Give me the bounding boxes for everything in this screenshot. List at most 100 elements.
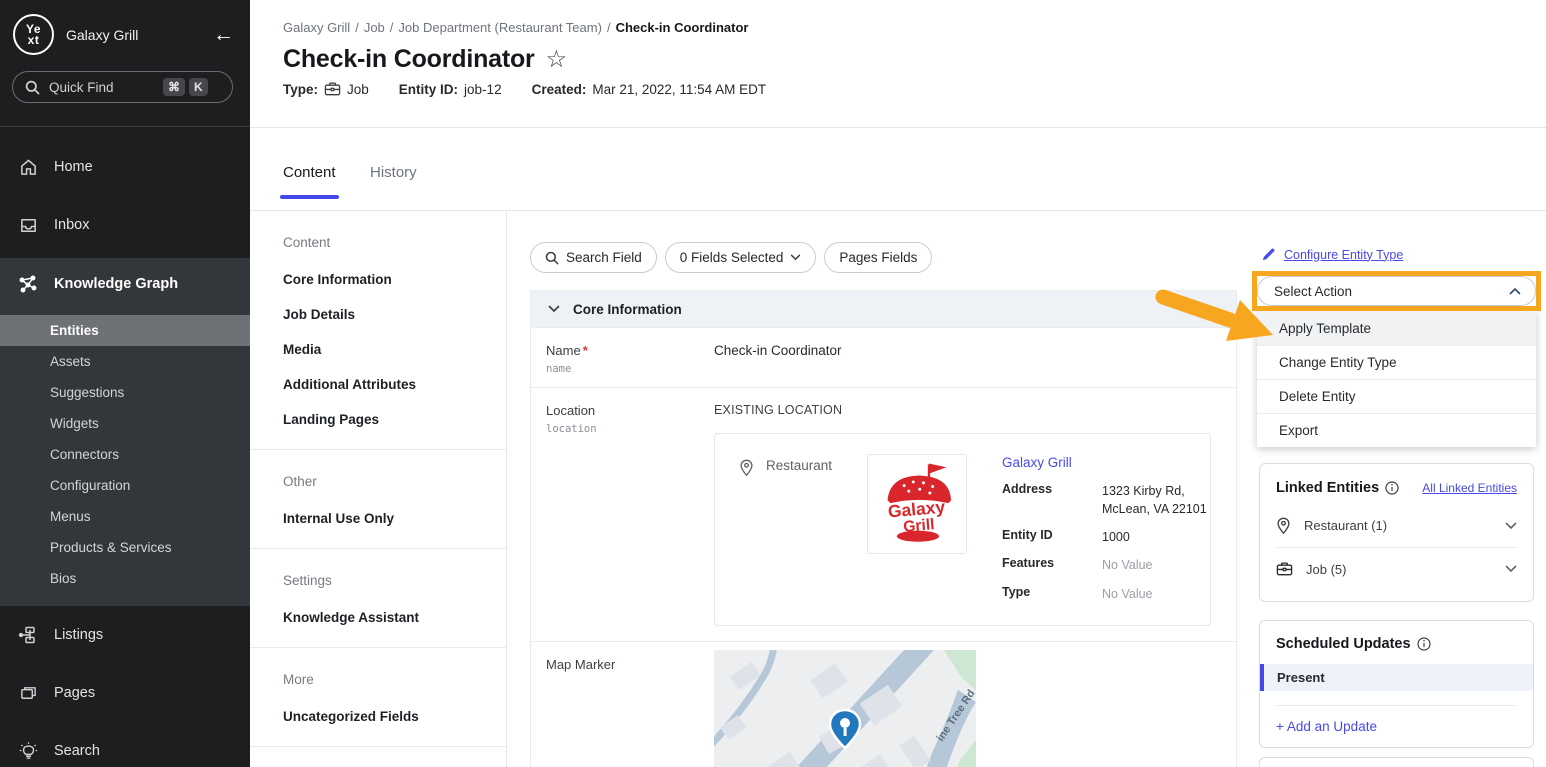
breadcrumb-item[interactable]: Job Department (Restaurant Team) xyxy=(398,20,602,35)
info-icon[interactable] xyxy=(1417,637,1431,651)
favorite-star-icon[interactable]: ☆ xyxy=(546,45,568,74)
sidebar-item-label: Search xyxy=(54,743,100,759)
field-nav-item-media[interactable]: Media xyxy=(283,342,506,357)
pages-fields-button[interactable]: Pages Fields xyxy=(824,242,932,273)
created-label: Created: xyxy=(532,82,587,97)
linked-entities-card: Linked Entities All Linked Entities Rest… xyxy=(1259,463,1534,602)
sidebar-item-assets[interactable]: Assets xyxy=(0,346,250,377)
sidebar-item-configuration[interactable]: Configuration xyxy=(0,470,250,501)
linked-entities-title: Linked Entities xyxy=(1276,480,1379,496)
collapse-sidebar-icon[interactable]: ← xyxy=(213,24,234,45)
quick-find-input[interactable] xyxy=(49,80,159,95)
field-nav-group-header: Other xyxy=(283,474,506,489)
breadcrumb-item[interactable]: Job xyxy=(364,20,385,35)
entity-content: Search Field 0 Fields Selected Pages Fie… xyxy=(507,211,1259,767)
divider xyxy=(250,746,506,747)
field-row-name[interactable]: Name* name Check-in Coordinator xyxy=(531,327,1236,387)
search-field-button[interactable]: Search Field xyxy=(530,242,657,273)
sidebar-item-pages[interactable]: Pages xyxy=(0,664,250,722)
menu-item-export[interactable]: Export xyxy=(1257,413,1536,447)
sidebar: Ye xt Galaxy Grill ← ⌘ K Home xyxy=(0,0,250,767)
map-pin-icon xyxy=(739,458,754,477)
entity-header: Galaxy Grill/Job/Job Department (Restaur… xyxy=(250,0,1546,128)
sidebar-item-connectors[interactable]: Connectors xyxy=(0,439,250,470)
entity-meta: Type: Job Entity ID: job-12 Created: Mar… xyxy=(283,81,766,97)
detail-value: No Value xyxy=(1102,556,1227,574)
tab-bar: Content History xyxy=(250,128,1546,211)
all-linked-entities-link[interactable]: All Linked Entities xyxy=(1422,481,1517,495)
field-nav-item-internal-use-only[interactable]: Internal Use Only xyxy=(283,511,506,526)
existing-location-header: EXISTING LOCATION xyxy=(714,403,1221,417)
sidebar-item-products-services[interactable]: Products & Services xyxy=(0,532,250,563)
yext-logo-text: xt xyxy=(28,35,40,46)
sidebar-item-suggestions[interactable]: Suggestions xyxy=(0,377,250,408)
map-preview[interactable]: ine Tree Rd xyxy=(714,650,976,767)
core-information-header[interactable]: Core Information xyxy=(531,291,1236,327)
sidebar-item-label: Inbox xyxy=(54,217,89,233)
tab-history[interactable]: History xyxy=(370,164,417,181)
linked-entity-link[interactable]: Galaxy Grill xyxy=(1002,455,1072,470)
detail-label: Entity ID xyxy=(1002,528,1102,546)
briefcase-icon xyxy=(324,81,341,97)
menu-item-delete-entity[interactable]: Delete Entity xyxy=(1257,379,1536,413)
field-nav-item-uncategorized-fields[interactable]: Uncategorized Fields xyxy=(283,709,506,724)
knowledge-graph-icon xyxy=(17,274,39,294)
field-nav-item-landing-pages[interactable]: Landing Pages xyxy=(283,412,506,427)
sidebar-item-entities[interactable]: Entities xyxy=(0,315,250,346)
breadcrumb-item-current: Check-in Coordinator xyxy=(616,20,749,35)
sidebar-item-label: Listings xyxy=(54,627,103,643)
field-label: Location xyxy=(546,403,704,418)
knowledge-graph-section: Knowledge Graph Entities Assets Suggesti… xyxy=(0,258,250,606)
detail-label: Type xyxy=(1002,585,1102,603)
linked-row-restaurant[interactable]: Restaurant (1) xyxy=(1276,504,1517,547)
detail-label: Address xyxy=(1002,482,1102,518)
select-action-menu: Apply Template Change Entity Type Delete… xyxy=(1257,311,1536,447)
menu-item-apply-template[interactable]: Apply Template xyxy=(1257,311,1536,345)
linked-row-job[interactable]: Job (5) xyxy=(1276,547,1517,590)
inbox-icon xyxy=(17,216,39,235)
created-value: Mar 21, 2022, 11:54 AM EDT xyxy=(592,82,766,97)
select-action-dropdown[interactable]: Select Action xyxy=(1257,276,1536,306)
chevron-down-icon xyxy=(1505,522,1517,530)
detail-value: No Value xyxy=(1102,585,1227,603)
briefcase-icon xyxy=(1276,561,1293,577)
field-nav-item-additional-attributes[interactable]: Additional Attributes xyxy=(283,377,506,392)
menu-item-change-entity-type[interactable]: Change Entity Type xyxy=(1257,345,1536,379)
breadcrumb-item[interactable]: Galaxy Grill xyxy=(283,20,350,35)
configure-entity-type-link[interactable]: Configure Entity Type xyxy=(1284,248,1403,262)
sidebar-item-inbox[interactable]: Inbox xyxy=(0,196,250,254)
field-nav-item-core-information[interactable]: Core Information xyxy=(283,272,506,287)
field-nav-item-knowledge-assistant[interactable]: Knowledge Assistant xyxy=(283,610,506,625)
quick-find-search[interactable]: ⌘ K xyxy=(12,71,233,103)
sidebar-item-bios[interactable]: Bios xyxy=(0,563,250,594)
field-nav-item-job-details[interactable]: Job Details xyxy=(283,307,506,322)
scheduled-update-present[interactable]: Present xyxy=(1260,664,1533,691)
sidebar-item-knowledge-graph[interactable]: Knowledge Graph xyxy=(0,258,250,309)
map-pin-icon xyxy=(1276,517,1291,535)
sidebar-item-widgets[interactable]: Widgets xyxy=(0,408,250,439)
sidebar-item-label: Knowledge Graph xyxy=(54,276,178,292)
page-title: Check-in Coordinator xyxy=(283,45,535,74)
field-nav-group-header: More xyxy=(283,672,506,687)
field-nav: Content Core Information Job Details Med… xyxy=(250,211,507,767)
info-icon[interactable] xyxy=(1385,481,1399,495)
sidebar-item-listings[interactable]: Listings xyxy=(0,606,250,664)
scheduled-updates-title: Scheduled Updates xyxy=(1276,636,1411,652)
add-update-link[interactable]: + Add an Update xyxy=(1276,719,1517,734)
field-row-location[interactable]: Location location EXISTING LOCATION Rest… xyxy=(531,387,1236,641)
core-information-section: Core Information Name* name Check-in Coo… xyxy=(530,290,1237,767)
sidebar-item-menus[interactable]: Menus xyxy=(0,501,250,532)
chevron-up-icon xyxy=(1509,287,1521,295)
field-row-map-marker[interactable]: Map Marker xyxy=(531,641,1236,767)
search-icon xyxy=(545,251,559,265)
sidebar-item-search[interactable]: Search xyxy=(0,722,250,767)
sidebar-item-home[interactable]: Home xyxy=(0,138,250,196)
detail-label: Features xyxy=(1002,556,1102,574)
field-api-name: location xyxy=(546,423,704,435)
lightbulb-icon xyxy=(17,742,39,761)
field-nav-group-header: Content xyxy=(283,235,506,250)
fields-selected-dropdown[interactable]: 0 Fields Selected xyxy=(665,242,817,273)
entity-actions-panel: Configure Entity Type Select Action Appl… xyxy=(1259,211,1534,767)
k-keycap: K xyxy=(189,78,208,96)
tab-content[interactable]: Content xyxy=(283,164,336,181)
